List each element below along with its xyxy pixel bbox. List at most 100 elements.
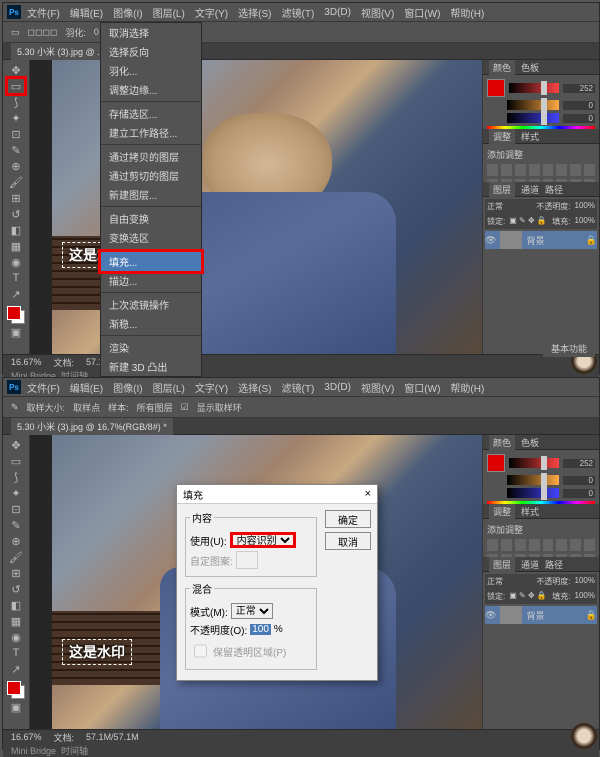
layers-tab[interactable]: 图层 bbox=[489, 182, 515, 197]
blend-mode[interactable]: 正常 bbox=[487, 576, 503, 587]
ctx-free-transform[interactable]: 自由变换 bbox=[101, 209, 201, 228]
menu-image[interactable]: 图像(I) bbox=[113, 5, 142, 20]
menu-edit[interactable]: 编辑(E) bbox=[70, 5, 103, 20]
workspace-picker[interactable]: 基本功能 bbox=[543, 340, 595, 357]
ctx-new-layer[interactable]: 新建图层... bbox=[101, 185, 201, 204]
heal-tool-icon[interactable]: ⊕ bbox=[7, 533, 25, 549]
close-icon[interactable]: × bbox=[365, 488, 371, 500]
swatches-tab[interactable]: 色板 bbox=[521, 61, 539, 74]
menu-filter[interactable]: 滤镜(T) bbox=[282, 380, 315, 395]
sample-size[interactable]: 取样点 bbox=[73, 401, 100, 414]
menu-type[interactable]: 文字(Y) bbox=[195, 380, 228, 395]
b-slider[interactable] bbox=[507, 488, 559, 498]
menu-3d[interactable]: 3D(D) bbox=[324, 382, 351, 393]
ctx-inverse[interactable]: 选择反向 bbox=[101, 42, 201, 61]
ctx-cut-layer[interactable]: 通过剪切的图层 bbox=[101, 166, 201, 185]
menu-edit[interactable]: 编辑(E) bbox=[70, 380, 103, 395]
quickmask-icon[interactable]: ▣ bbox=[7, 699, 25, 715]
heal-tool-icon[interactable]: ⊕ bbox=[7, 158, 25, 174]
eraser-tool-icon[interactable]: ◧ bbox=[7, 222, 25, 238]
ctx-3d-extrude[interactable]: 新建 3D 凸出 bbox=[101, 357, 201, 376]
use-select[interactable]: 内容识别 bbox=[230, 532, 296, 548]
menu-filter[interactable]: 滤镜(T) bbox=[282, 5, 315, 20]
ok-button[interactable]: 确定 bbox=[325, 510, 371, 528]
document-tab[interactable]: 5.30 小米 (3).jpg @ 16.7%(RGB/8#) * bbox=[11, 418, 173, 435]
blur-tool-icon[interactable]: ◉ bbox=[7, 629, 25, 645]
r-value[interactable]: 252 bbox=[563, 459, 595, 468]
fill-value[interactable]: 100% bbox=[575, 216, 595, 227]
ctx-workpath[interactable]: 建立工作路径... bbox=[101, 123, 201, 142]
stamp-tool-icon[interactable]: ⊞ bbox=[7, 190, 25, 206]
g-slider[interactable] bbox=[507, 475, 559, 485]
color-tab[interactable]: 颜色 bbox=[489, 60, 515, 75]
color-picker-icon[interactable] bbox=[7, 306, 25, 324]
opacity-value[interactable]: 100% bbox=[575, 201, 595, 212]
r-slider[interactable] bbox=[509, 83, 559, 93]
move-tool-icon[interactable]: ✥ bbox=[7, 62, 25, 78]
menu-help[interactable]: 帮助(H) bbox=[450, 380, 484, 395]
gradient-tool-icon[interactable]: ▦ bbox=[7, 613, 25, 629]
menu-view[interactable]: 视图(V) bbox=[361, 380, 394, 395]
b-slider[interactable] bbox=[507, 113, 559, 123]
ctx-deselect[interactable]: 取消选择 bbox=[101, 23, 201, 42]
history-brush-icon[interactable]: ↺ bbox=[7, 206, 25, 222]
stamp-tool-icon[interactable]: ⊞ bbox=[7, 565, 25, 581]
g-value[interactable]: 0 bbox=[563, 101, 595, 110]
ctx-copy-layer[interactable]: 通过拷贝的图层 bbox=[101, 147, 201, 166]
menu-window[interactable]: 窗口(W) bbox=[404, 5, 440, 20]
paths-tab[interactable]: 路径 bbox=[545, 183, 563, 196]
b-value[interactable]: 0 bbox=[563, 489, 595, 498]
ctx-fill[interactable]: 填充... bbox=[98, 249, 204, 274]
ctx-refine[interactable]: 调整边缘... bbox=[101, 80, 201, 99]
ctx-feather[interactable]: 羽化... bbox=[101, 61, 201, 80]
menu-3d[interactable]: 3D(D) bbox=[324, 7, 351, 18]
fill-value[interactable]: 100% bbox=[575, 591, 595, 602]
menu-help[interactable]: 帮助(H) bbox=[450, 5, 484, 20]
menu-view[interactable]: 视图(V) bbox=[361, 5, 394, 20]
eraser-tool-icon[interactable]: ◧ bbox=[7, 597, 25, 613]
menu-select[interactable]: 选择(S) bbox=[238, 380, 271, 395]
eyedropper-tool-icon[interactable]: ✎ bbox=[7, 142, 25, 158]
marquee-tool-icon[interactable]: ▭ bbox=[7, 78, 25, 94]
g-value[interactable]: 0 bbox=[563, 476, 595, 485]
color-picker-icon[interactable] bbox=[7, 681, 25, 699]
layers-tab[interactable]: 图层 bbox=[489, 557, 515, 572]
history-brush-icon[interactable]: ↺ bbox=[7, 581, 25, 597]
cancel-button[interactable]: 取消 bbox=[325, 532, 371, 550]
foreground-swatch[interactable] bbox=[487, 79, 505, 97]
opacity-value[interactable]: 100% bbox=[575, 576, 595, 587]
menu-file[interactable]: 文件(F) bbox=[27, 380, 60, 395]
quickmask-icon[interactable]: ▣ bbox=[7, 324, 25, 340]
eyedropper-tool-icon[interactable]: ✎ bbox=[7, 517, 25, 533]
path-tool-icon[interactable]: ↗ bbox=[7, 661, 25, 677]
brush-tool-icon[interactable]: 🖌 bbox=[7, 549, 25, 565]
styles-tab[interactable]: 样式 bbox=[521, 505, 539, 518]
type-tool-icon[interactable]: T bbox=[7, 270, 25, 286]
path-tool-icon[interactable]: ↗ bbox=[7, 286, 25, 302]
g-slider[interactable] bbox=[507, 100, 559, 110]
show-ring[interactable]: 显示取样环 bbox=[197, 401, 242, 414]
brush-tool-icon[interactable]: 🖌 bbox=[7, 174, 25, 190]
color-tab[interactable]: 颜色 bbox=[489, 435, 515, 450]
menu-select[interactable]: 选择(S) bbox=[238, 5, 271, 20]
zoom-level[interactable]: 16.67% bbox=[11, 732, 42, 742]
blur-tool-icon[interactable]: ◉ bbox=[7, 254, 25, 270]
ctx-last-filter[interactable]: 上次滤镜操作 bbox=[101, 295, 201, 314]
lasso-tool-icon[interactable]: ⟆ bbox=[7, 94, 25, 110]
crop-tool-icon[interactable]: ⊡ bbox=[7, 126, 25, 142]
zoom-level[interactable]: 16.67% bbox=[11, 357, 42, 367]
channels-tab[interactable]: 通道 bbox=[521, 558, 539, 571]
menu-file[interactable]: 文件(F) bbox=[27, 5, 60, 20]
menu-layer[interactable]: 图层(L) bbox=[153, 380, 185, 395]
layer-row[interactable]: 👁背景🔒 bbox=[485, 231, 597, 249]
channels-tab[interactable]: 通道 bbox=[521, 183, 539, 196]
document-tab[interactable]: 5.30 小米 (3).jpg @ ... bbox=[11, 43, 111, 60]
crop-tool-icon[interactable]: ⊡ bbox=[7, 501, 25, 517]
ctx-fade[interactable]: 渐稳... bbox=[101, 314, 201, 333]
adjustments-tab[interactable]: 调整 bbox=[489, 129, 515, 144]
styles-tab[interactable]: 样式 bbox=[521, 130, 539, 143]
user-avatar[interactable] bbox=[571, 723, 597, 749]
r-value[interactable]: 252 bbox=[563, 84, 595, 93]
adjustments-tab[interactable]: 调整 bbox=[489, 504, 515, 519]
menu-window[interactable]: 窗口(W) bbox=[404, 380, 440, 395]
